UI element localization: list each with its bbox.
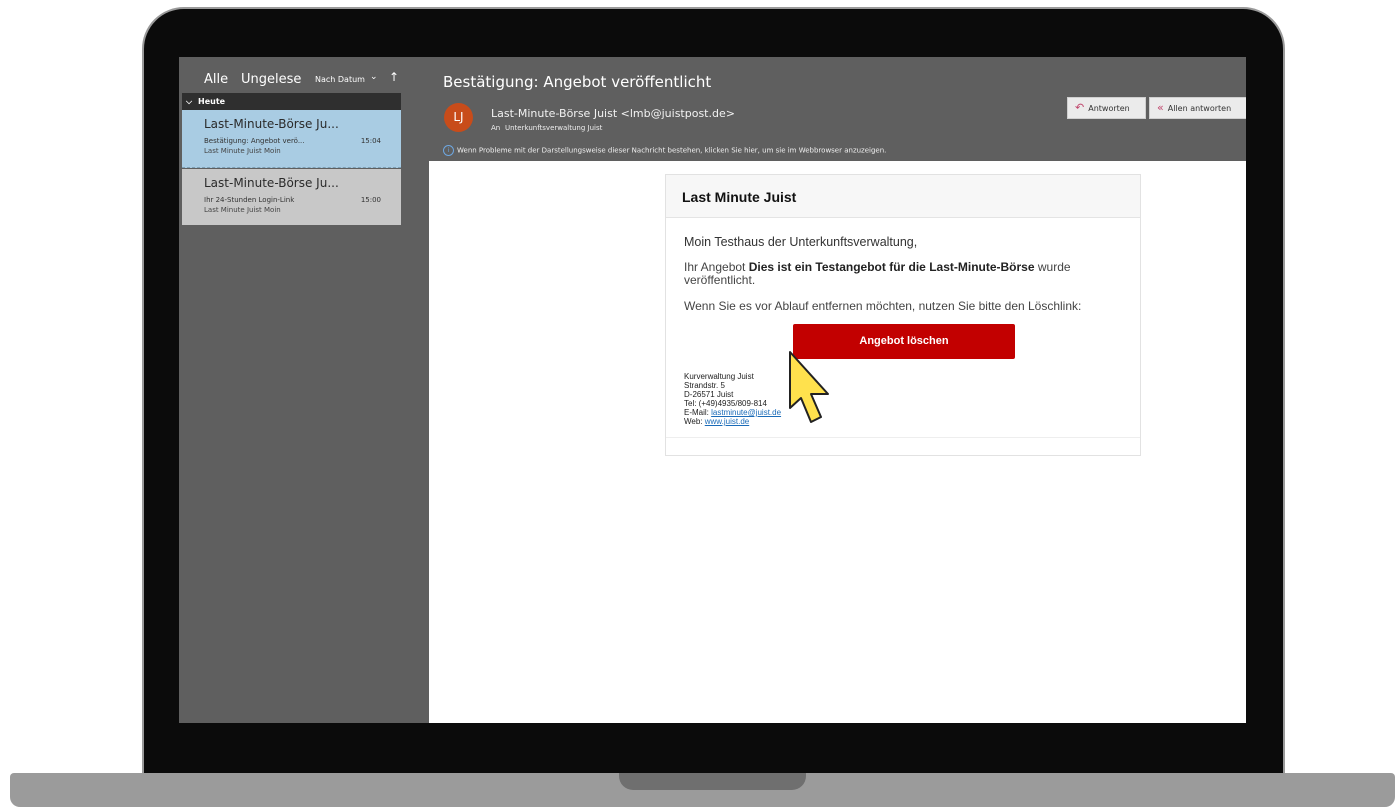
email-footer: Kurverwaltung Juist Strandstr. 5 D-26571…	[684, 372, 781, 426]
email-greeting: Moin Testhaus der Unterkunftsverwaltung,	[684, 235, 918, 249]
para1-pre: Ihr Angebot	[684, 260, 749, 274]
card-divider	[666, 437, 1140, 438]
mail-time: 15:00	[360, 196, 381, 204]
recipient-name[interactable]: Unterkunftsverwaltung Juist	[505, 124, 602, 132]
footer-tel: Tel: (+49)4935/809-814	[684, 399, 767, 408]
sort-direction-arrow-icon[interactable]: ↑	[389, 70, 399, 84]
mail-sender: Last-Minute-Börse Ju...	[204, 176, 339, 190]
footer-org: Kurverwaltung Juist	[684, 372, 754, 381]
mail-header: Bestätigung: Angebot veröffentlicht LJ L…	[429, 57, 1246, 161]
mail-subject: Bestätigung: Angebot verö...	[204, 137, 305, 145]
reply-all-button[interactable]: «Allen antworten	[1149, 97, 1246, 119]
footer-web-link[interactable]: www.juist.de	[705, 417, 749, 426]
sort-by-date-dropdown[interactable]: Nach Datum	[315, 75, 365, 84]
mail-subject-title: Bestätigung: Angebot veröffentlicht	[443, 73, 712, 91]
group-label: Heute	[198, 97, 226, 106]
mail-subject: Ihr 24-Stunden Login-Link	[204, 196, 295, 204]
email-card-header: Last Minute Juist	[666, 175, 1140, 218]
collapse-chevron-icon[interactable]: ⌵	[186, 93, 192, 110]
group-header-today[interactable]: ⌵ Heute	[182, 93, 401, 110]
chevron-down-icon[interactable]: ⌄	[370, 72, 378, 82]
info-message[interactable]: Wenn Probleme mit der Darstellungsweise …	[457, 147, 886, 155]
footer-email-link[interactable]: lastminute@juist.de	[711, 408, 781, 417]
email-paragraph-published: Ihr Angebot Dies ist ein Testangebot für…	[684, 261, 1104, 287]
mail-preview: Last Minute Juist Moin	[204, 147, 281, 155]
footer-web-line: Web: www.juist.de	[684, 417, 781, 426]
mouse-pointer-icon	[789, 351, 829, 423]
mail-list-item[interactable]: Last-Minute-Börse Ju... Ihr 24-Stunden L…	[182, 169, 401, 225]
reply-icon: ↶	[1075, 101, 1085, 114]
info-bar[interactable]: i Wenn Probleme mit der Darstellungsweise…	[443, 145, 886, 156]
message-list-pane: Alle Ungelese Nach Datum ⌄ ↑ ⌵ Heute Las…	[179, 57, 429, 723]
reply-label: Antworten	[1088, 104, 1130, 113]
mail-preview: Last Minute Juist Moin	[204, 206, 281, 214]
outlook-window: Alle Ungelese Nach Datum ⌄ ↑ ⌵ Heute Las…	[179, 57, 1246, 723]
footer-web-label: Web:	[684, 417, 705, 426]
footer-email-line: E-Mail: lastminute@juist.de	[684, 408, 781, 417]
recipient-label: An	[491, 124, 501, 132]
reply-all-icon: «	[1157, 101, 1164, 114]
footer-city: D-26571 Juist	[684, 390, 734, 399]
message-list-header: Alle Ungelese Nach Datum ⌄ ↑	[179, 69, 429, 89]
email-paragraph-delete-hint: Wenn Sie es vor Ablauf entfernen möchten…	[684, 299, 1082, 313]
avatar: LJ	[444, 103, 473, 132]
filter-all-tab[interactable]: Alle	[204, 72, 228, 87]
sender-address[interactable]: Last-Minute-Börse Juist <lmb@juistpost.d…	[491, 107, 735, 120]
mail-body: Last Minute Juist Moin Testhaus der Unte…	[429, 161, 1246, 723]
email-card: Last Minute Juist Moin Testhaus der Unte…	[665, 174, 1141, 456]
reply-button[interactable]: ↶ Antworten	[1067, 97, 1146, 119]
filter-unread-tab[interactable]: Ungelese	[241, 72, 301, 87]
footer-street: Strandstr. 5	[684, 381, 725, 390]
mail-sender: Last-Minute-Börse Ju...	[204, 117, 339, 131]
mail-time: 15:04	[360, 137, 381, 145]
reply-all-label: Allen antworten	[1167, 104, 1232, 113]
info-icon: i	[443, 145, 454, 156]
footer-email-label: E-Mail:	[684, 408, 712, 417]
laptop-notch	[619, 773, 806, 790]
email-brand-title: Last Minute Juist	[682, 189, 797, 205]
offer-title: Dies ist ein Testangebot für die Last-Mi…	[748, 260, 1035, 274]
mail-list-item[interactable]: Last-Minute-Börse Ju... Bestätigung: Ang…	[182, 110, 401, 168]
